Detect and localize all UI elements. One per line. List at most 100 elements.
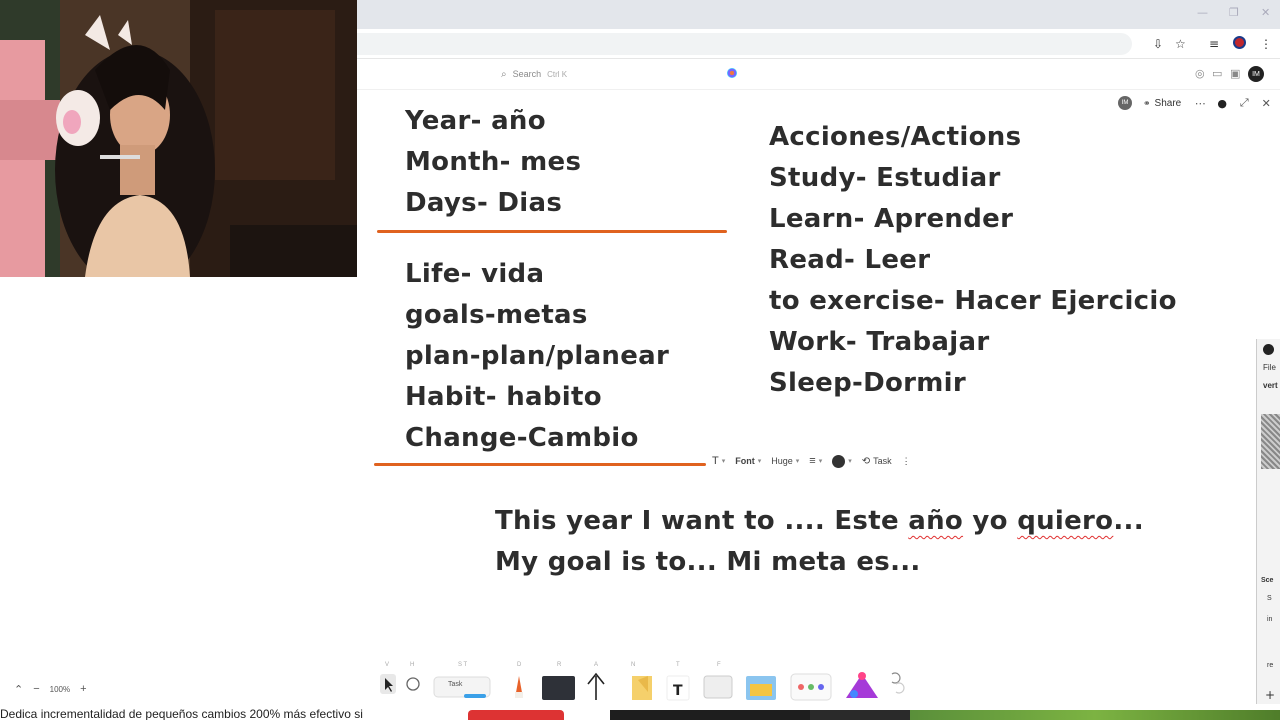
search-shortcut: Ctrl K: [547, 69, 568, 79]
vocab-life-list: Life- vida goals-metas plan-plan/planear…: [405, 254, 669, 459]
close-window-icon[interactable]: ✕: [1261, 6, 1270, 19]
shortcut-key: D: [517, 662, 522, 668]
vocab-item: Read- Leer: [769, 245, 931, 275]
browser-menu-icon[interactable]: ⋮: [1260, 37, 1272, 51]
restore-icon[interactable]: ❐: [1229, 6, 1239, 19]
collaborator-avatar[interactable]: IM: [1118, 96, 1132, 110]
vocab-actions-list: Acciones/Actions Study- Estudiar Learn- …: [769, 117, 1177, 404]
zoom-in-button[interactable]: +: [80, 683, 86, 695]
text-type-icon: T: [712, 455, 719, 467]
misspelled-word: año: [908, 506, 964, 536]
font-dropdown[interactable]: Font ▾: [735, 456, 761, 466]
task-label: Task: [873, 456, 892, 466]
address-bar-row: [357, 29, 1280, 59]
more-options-icon[interactable]: ⋯: [1192, 97, 1208, 110]
chevron-down-icon: ▾: [721, 458, 726, 465]
side-item: in: [1267, 616, 1273, 623]
taskbar-region: [610, 710, 810, 720]
install-icon[interactable]: ⇩: [1153, 37, 1163, 51]
pen-tool[interactable]: [515, 676, 523, 698]
user-avatar[interactable]: IM: [1248, 66, 1264, 82]
taskbar-app[interactable]: [468, 710, 564, 720]
align-dropdown[interactable]: ≡ ▾: [809, 455, 822, 467]
zoom-controls: ⌃ − 100% +: [14, 680, 87, 698]
section-divider: [374, 463, 706, 466]
size-dropdown[interactable]: Huge ▾: [771, 456, 799, 466]
task-button[interactable]: ⟲ Task: [862, 456, 892, 467]
size-label: Huge: [771, 456, 793, 466]
chat-icon[interactable]: ●: [1214, 97, 1230, 110]
calendar-icon[interactable]: ▣: [1230, 67, 1240, 80]
vocab-item: plan-plan/planear: [405, 341, 670, 371]
vocab-item: Year- año: [405, 106, 546, 136]
vocab-item: Study- Estudiar: [769, 163, 1001, 193]
task-tool-label: Task: [448, 681, 463, 688]
shortcut-key: H: [410, 662, 415, 668]
misspelled-word: quiero: [1017, 506, 1114, 536]
ai-assistant-icon[interactable]: [727, 68, 737, 78]
undo-icon[interactable]: [891, 672, 901, 684]
bookmark-star-icon[interactable]: ☆: [1175, 37, 1186, 51]
font-label: Font: [735, 456, 755, 466]
board-panel-bar: IM ⚭ Share ⋯ ● ⤢ ✕: [1118, 94, 1274, 112]
app-icon: [1263, 344, 1274, 355]
chevron-down-icon: ▾: [795, 458, 800, 465]
zoom-level[interactable]: 100%: [50, 685, 70, 694]
redo-icon[interactable]: [895, 682, 905, 694]
hatch-area: [1261, 414, 1280, 469]
image-tool[interactable]: [746, 676, 776, 700]
shortcut-key: N: [631, 662, 636, 668]
frame-tool[interactable]: [703, 675, 733, 699]
diagram-tool[interactable]: [790, 673, 832, 701]
webcam-overlay: [0, 0, 357, 277]
close-panel-icon[interactable]: ✕: [1258, 97, 1274, 110]
arrow-tool[interactable]: [587, 672, 605, 700]
vocab-heading: Acciones/Actions: [769, 122, 1022, 152]
shape-tool[interactable]: [542, 676, 575, 700]
search-input[interactable]: ⌕ Search Ctrl K: [495, 64, 745, 84]
file-menu[interactable]: File: [1263, 363, 1276, 372]
text-tool[interactable]: T: [666, 675, 690, 701]
shortcut-key: T: [676, 662, 680, 668]
side-window: File vert Sce S in re +: [1256, 339, 1280, 704]
caption-text: Dedica incrementalidad de pequeños cambi…: [0, 708, 363, 720]
bottom-strip: Dedica incrementalidad de pequeños cambi…: [0, 708, 1280, 720]
screen-record-icon[interactable]: ▭: [1212, 67, 1222, 80]
vocab-item: Learn- Aprender: [769, 204, 1014, 234]
shortcut-key: R: [557, 662, 562, 668]
color-dropdown[interactable]: ▾: [832, 454, 852, 468]
chevron-down-icon: ▾: [848, 458, 852, 465]
shortcut-key: V: [385, 662, 390, 668]
minimize-icon[interactable]: —: [1197, 6, 1208, 19]
webcam-image: [0, 0, 357, 277]
sticky-note-tool[interactable]: [632, 676, 652, 700]
collapse-icon[interactable]: ⌃: [14, 683, 23, 696]
selected-text-block[interactable]: This year I want to .... Este año yo qui…: [495, 501, 1144, 583]
vocab-item: Change-Cambio: [405, 423, 639, 453]
text-type-dropdown[interactable]: T ▾: [712, 455, 725, 467]
share-button[interactable]: ⚭ Share: [1138, 98, 1186, 109]
sentence-line: My goal is to... Mi meta es...: [495, 547, 921, 577]
text-run: want: [661, 506, 735, 536]
expand-icon[interactable]: ⤢: [1236, 96, 1252, 110]
zoom-out-button[interactable]: −: [33, 683, 39, 695]
taskbar-region: [810, 710, 910, 720]
profile-icon[interactable]: [1233, 36, 1246, 49]
vocab-item: Life- vida: [405, 259, 545, 289]
add-icon[interactable]: +: [1265, 688, 1275, 702]
color-swatch: [832, 454, 846, 468]
address-bar[interactable]: [357, 33, 1132, 55]
text-run: This year I: [495, 506, 662, 536]
search-placeholder: Search: [512, 69, 542, 79]
media-icon[interactable]: ≡: [1209, 37, 1219, 51]
hand-tool[interactable]: [406, 677, 420, 691]
vocab-time-list: Year- año Month- mes Days- Dias: [405, 101, 581, 224]
text-run: ...: [1113, 506, 1144, 536]
check-circle-icon[interactable]: ◎: [1195, 67, 1205, 80]
select-tool[interactable]: [380, 674, 396, 694]
more-icon[interactable]: ⋮: [902, 456, 911, 467]
more-apps-tool[interactable]: [846, 672, 878, 698]
align-icon: ≡: [809, 455, 816, 467]
section-divider: [377, 230, 727, 233]
side-item: re: [1267, 662, 1274, 669]
